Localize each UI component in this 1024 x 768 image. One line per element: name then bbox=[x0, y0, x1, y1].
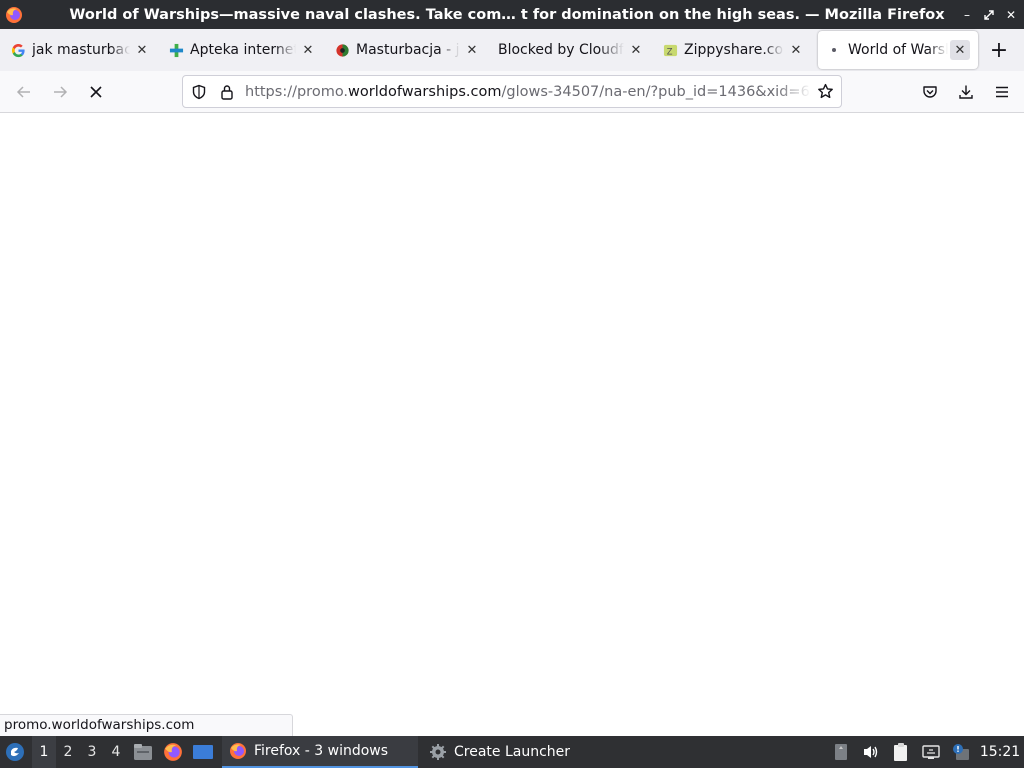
close-tab-icon[interactable]: ✕ bbox=[626, 40, 646, 60]
status-panel: promo.worldofwarships.com bbox=[0, 714, 293, 736]
window-title: World of Warships—massive naval clashes.… bbox=[69, 6, 945, 23]
app-menu-button[interactable] bbox=[984, 76, 1020, 108]
pocket-button[interactable] bbox=[912, 76, 948, 108]
tracking-protection-shield-icon[interactable] bbox=[185, 77, 213, 107]
url-text[interactable]: https://promo.worldofwarships.com/glows-… bbox=[241, 84, 811, 100]
bookmark-star-icon[interactable] bbox=[811, 77, 839, 107]
stop-loading-button[interactable] bbox=[78, 76, 114, 108]
url-domain: worldofwarships.com bbox=[348, 83, 502, 100]
tab-jak-masturbacja[interactable]: jak masturbacja ✕ bbox=[2, 33, 160, 67]
url-prefix: https://promo. bbox=[245, 83, 349, 100]
google-icon bbox=[10, 42, 26, 58]
close-window-icon[interactable]: ✕ bbox=[1002, 6, 1020, 24]
desktop-icon[interactable] bbox=[188, 736, 218, 768]
task-firefox[interactable]: Firefox - 3 windows bbox=[222, 736, 418, 768]
minimize-icon[interactable]: – bbox=[958, 6, 976, 24]
forward-button[interactable] bbox=[42, 76, 78, 108]
task-label: Firefox - 3 windows bbox=[254, 743, 389, 759]
workspace-3[interactable]: 3 bbox=[80, 736, 104, 768]
tab-label: Zippyshare.com bbox=[684, 42, 784, 58]
clock[interactable]: 15:21 bbox=[976, 744, 1024, 760]
window-titlebar: World of Warships—massive naval clashes.… bbox=[0, 0, 1024, 29]
workspace-1[interactable]: 1 bbox=[32, 736, 56, 768]
tab-label: Blocked by Cloudflare bbox=[498, 42, 624, 58]
tab-zippyshare[interactable]: Z Zippyshare.com ✕ bbox=[654, 33, 814, 67]
tab-apteka-internetowa[interactable]: Apteka internetowa ✕ bbox=[160, 33, 326, 67]
firefox-icon bbox=[228, 741, 248, 761]
tab-label: World of Warships bbox=[848, 42, 948, 58]
maximize-icon[interactable] bbox=[980, 6, 998, 24]
page-content[interactable] bbox=[0, 113, 1024, 736]
url-path: /glows-34507/na-en/?pub_id=1436&xid=621 bbox=[501, 83, 811, 100]
close-tab-icon[interactable]: ✕ bbox=[950, 40, 970, 60]
start-menu-button[interactable] bbox=[0, 736, 30, 768]
url-bar[interactable]: https://promo.worldofwarships.com/glows-… bbox=[182, 75, 842, 108]
tab-blocked-by-cloudflare[interactable]: Blocked by Cloudflare ✕ bbox=[490, 33, 654, 67]
zippyshare-icon: Z bbox=[662, 42, 678, 58]
close-tab-icon[interactable]: ✕ bbox=[786, 40, 806, 60]
network-icon[interactable] bbox=[916, 736, 946, 768]
tab-world-of-warships[interactable]: World of Warships ✕ bbox=[818, 31, 978, 69]
tab-label: jak masturbacja bbox=[32, 42, 130, 58]
site-icon bbox=[334, 42, 350, 58]
clipboard-indicator-icon[interactable] bbox=[826, 736, 856, 768]
file-manager-icon[interactable] bbox=[128, 736, 158, 768]
tab-label: Apteka internetowa bbox=[190, 42, 296, 58]
downloads-button[interactable] bbox=[948, 76, 984, 108]
svg-text:Z: Z bbox=[666, 46, 672, 56]
task-label: Create Launcher bbox=[454, 744, 571, 760]
updates-notification-icon[interactable] bbox=[946, 736, 976, 768]
close-tab-icon[interactable]: ✕ bbox=[298, 40, 318, 60]
volume-icon[interactable] bbox=[856, 736, 886, 768]
tab-label: Masturbacja - ja bbox=[356, 42, 460, 58]
pharmacy-cross-icon bbox=[168, 42, 184, 58]
notes-icon[interactable] bbox=[886, 736, 916, 768]
close-tab-icon[interactable]: ✕ bbox=[462, 40, 482, 60]
new-tab-button[interactable]: + bbox=[984, 35, 1014, 65]
task-create-launcher[interactable]: Create Launcher bbox=[422, 736, 576, 768]
tab-strip: jak masturbacja ✕ Apteka internetowa ✕ M… bbox=[0, 29, 1024, 71]
system-tray: 15:21 bbox=[826, 736, 1024, 768]
firefox-launcher-icon[interactable] bbox=[158, 736, 188, 768]
firefox-icon bbox=[0, 0, 28, 29]
loading-dot-icon bbox=[826, 42, 842, 58]
tab-masturbacja[interactable]: Masturbacja - ja ✕ bbox=[326, 33, 490, 67]
workspace-2[interactable]: 2 bbox=[56, 736, 80, 768]
lock-icon[interactable] bbox=[213, 77, 241, 107]
workspace-4[interactable]: 4 bbox=[104, 736, 128, 768]
gear-icon bbox=[428, 742, 448, 762]
navigation-toolbar: https://promo.worldofwarships.com/glows-… bbox=[0, 71, 1024, 113]
close-tab-icon[interactable]: ✕ bbox=[132, 40, 152, 60]
taskbar: 1 2 3 4 Firefox - 3 windows Create Launc… bbox=[0, 736, 1024, 768]
back-button[interactable] bbox=[6, 76, 42, 108]
